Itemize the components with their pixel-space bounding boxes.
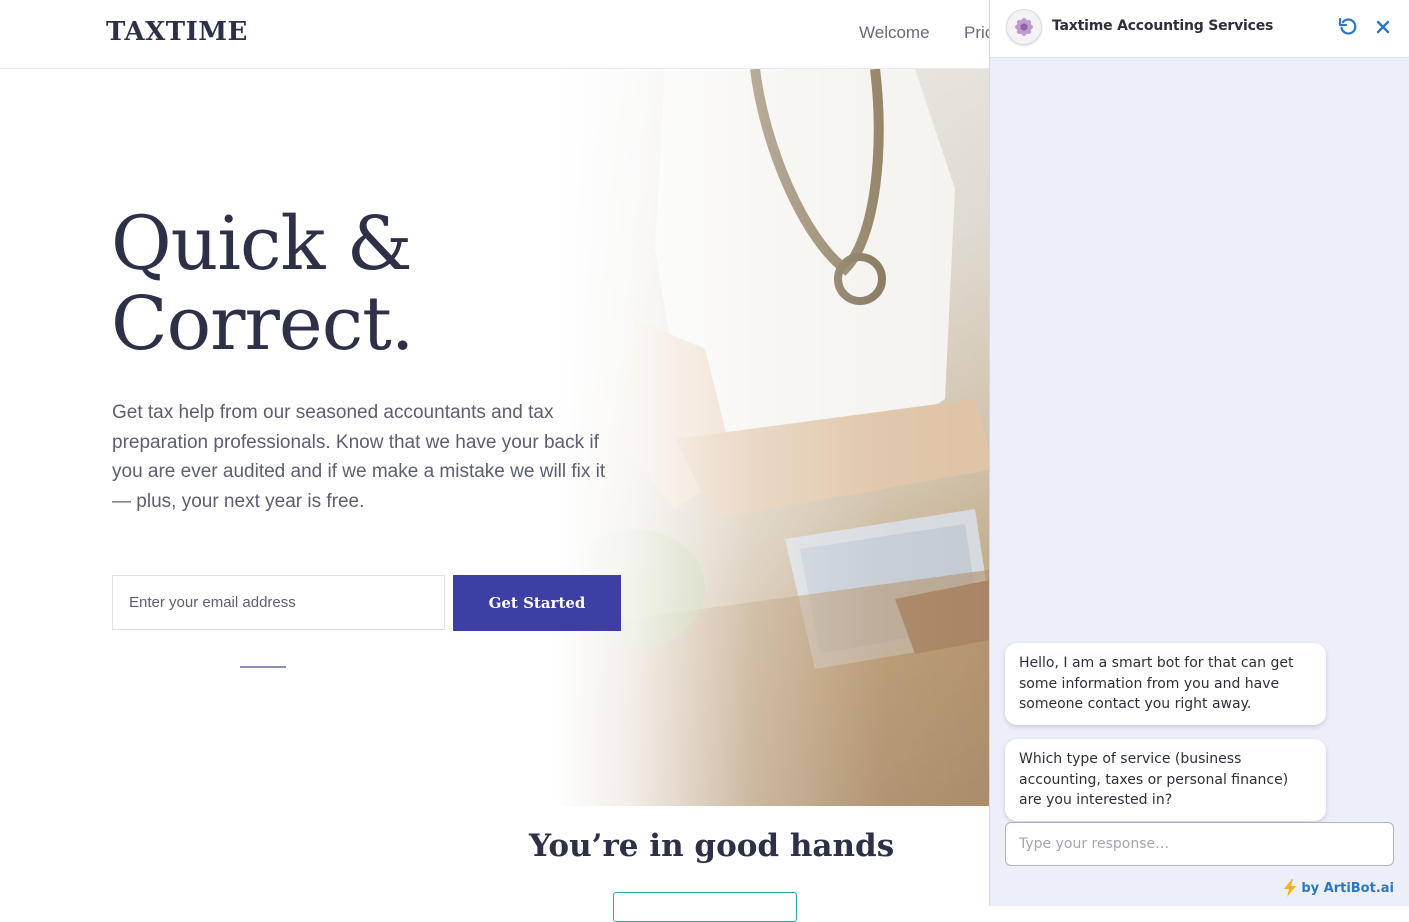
chat-response-input[interactable] bbox=[1005, 822, 1394, 866]
section-outline-button[interactable] bbox=[613, 892, 797, 922]
hero-title-line-1: Quick & bbox=[111, 201, 413, 287]
chat-header: Taxtime Accounting Services bbox=[990, 0, 1409, 58]
email-input[interactable] bbox=[112, 575, 445, 630]
bot-message: Hello, I am a smart bot for that can get… bbox=[1005, 643, 1326, 725]
flower-icon bbox=[1015, 18, 1033, 36]
close-icon[interactable] bbox=[1372, 16, 1394, 38]
hero-description: Get tax help from our seasoned accountan… bbox=[112, 402, 606, 512]
chat-title: Taxtime Accounting Services bbox=[1052, 18, 1274, 34]
powered-by-label: by ArtiBot.ai bbox=[1301, 880, 1394, 896]
site-logo[interactable]: TAXTIME bbox=[106, 17, 248, 47]
restart-icon[interactable] bbox=[1337, 16, 1359, 38]
get-started-button[interactable]: Get Started bbox=[453, 575, 621, 631]
bot-message: Which type of service (business accounti… bbox=[1005, 739, 1326, 821]
powered-by-link[interactable]: by ArtiBot.ai bbox=[1282, 879, 1394, 897]
hero-divider bbox=[240, 666, 286, 668]
lightning-icon bbox=[1284, 879, 1297, 897]
chat-widget: Taxtime Accounting Services Hello, I am … bbox=[989, 0, 1409, 906]
hero-title-line-2: Correct. bbox=[111, 281, 414, 367]
hero-title: Quick & Correct. bbox=[111, 201, 414, 367]
bot-avatar bbox=[1006, 9, 1042, 45]
section-title: You’re in good hands bbox=[529, 828, 895, 864]
nav-welcome[interactable]: Welcome bbox=[859, 23, 930, 43]
